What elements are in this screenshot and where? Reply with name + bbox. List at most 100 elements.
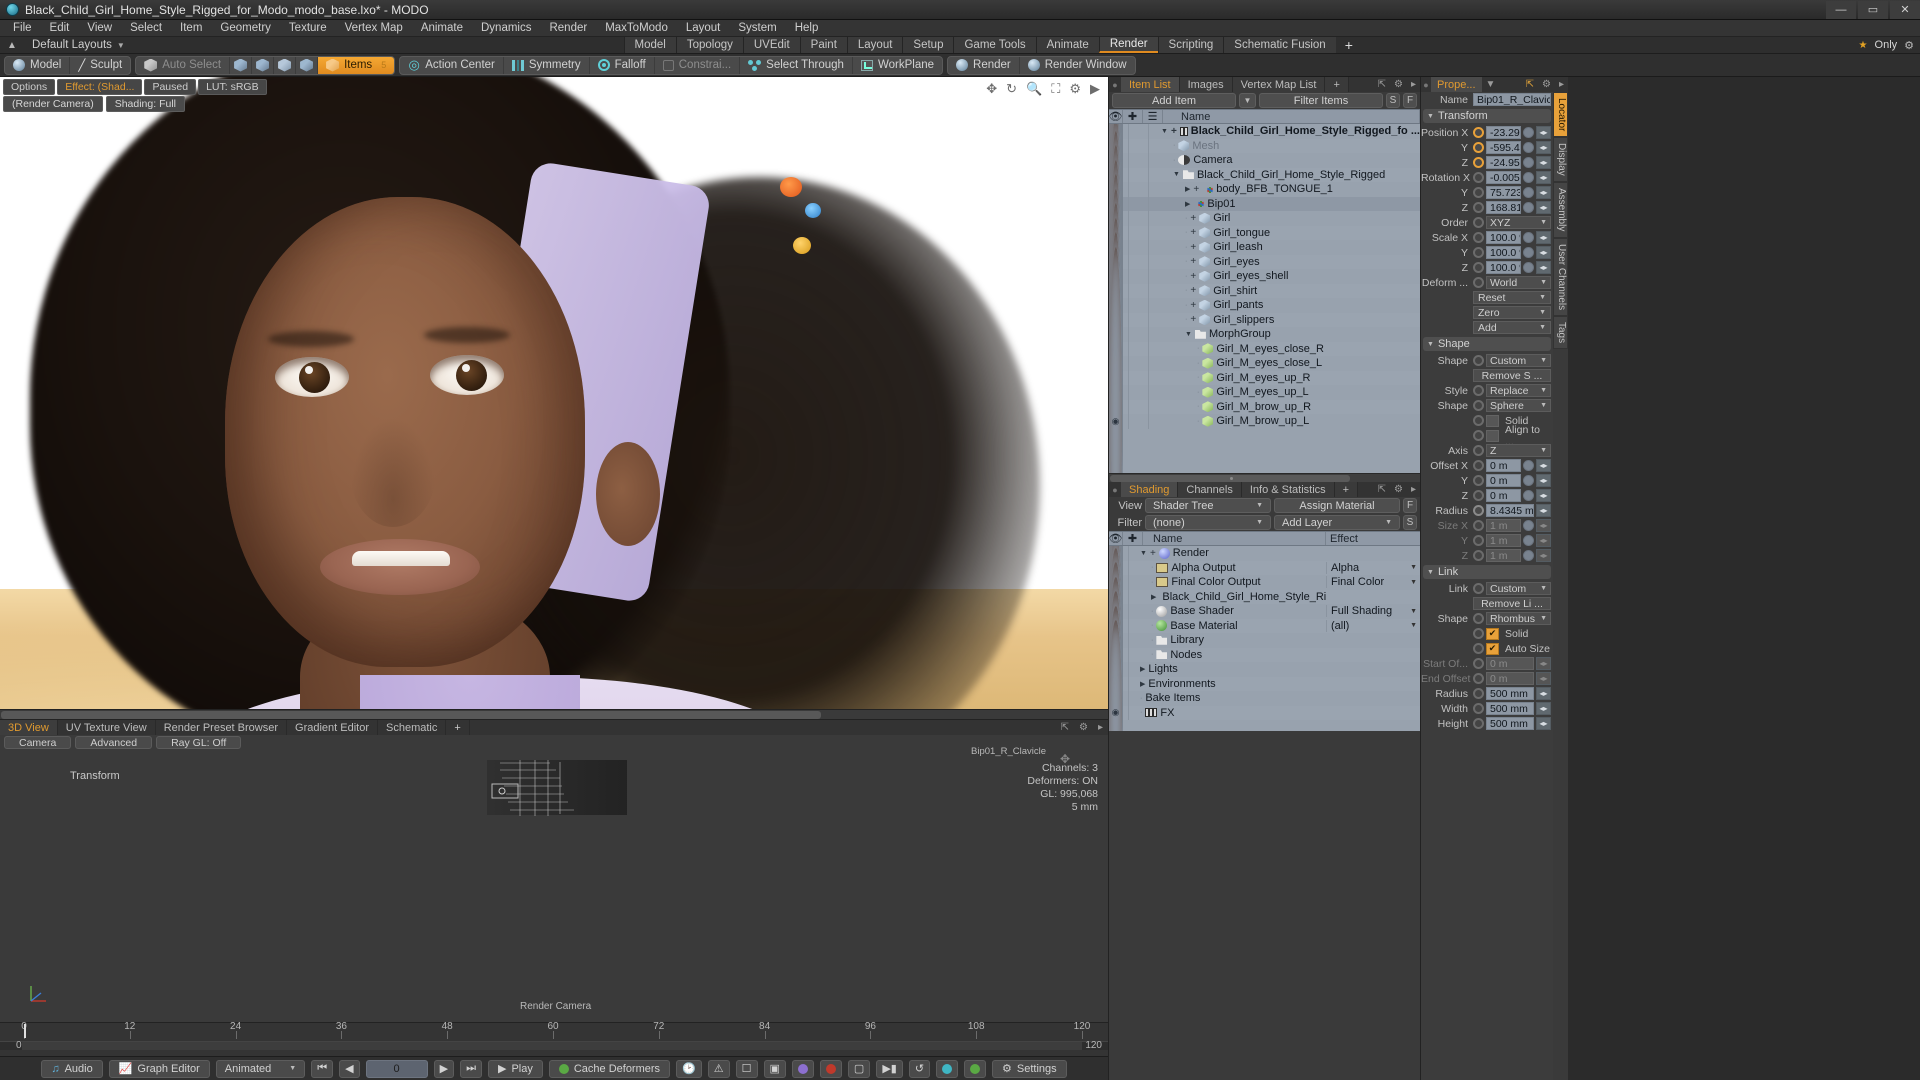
transform-value-y[interactable]: 75.723 bbox=[1486, 186, 1521, 199]
gear-icon[interactable]: ⚙ bbox=[1390, 482, 1407, 497]
viewport-sub-shading-full[interactable]: Shading: Full bbox=[105, 96, 185, 112]
shading-view-row[interactable]: View Shader Tree ▼ Assign Material F bbox=[1109, 497, 1420, 514]
item-list-row[interactable]: ◉·Camera bbox=[1109, 124, 1420, 335]
value-dial[interactable] bbox=[1523, 490, 1534, 501]
item-col-axis[interactable] bbox=[1129, 283, 1149, 298]
item-list-row[interactable]: ◉·Girl_M_eyes_close_R bbox=[1109, 174, 1420, 473]
chevron-right-icon[interactable]: ▶ bbox=[1185, 185, 1190, 193]
style-dropdown[interactable]: Replace ▼ bbox=[1486, 384, 1551, 397]
edges-mode-button[interactable] bbox=[252, 56, 275, 74]
axis-knob[interactable] bbox=[1473, 445, 1484, 456]
axis-dropdown[interactable]: Z ▼ bbox=[1486, 444, 1551, 457]
auto-size-row[interactable]: ✔ Auto Size bbox=[1421, 641, 1553, 656]
radius-spinner[interactable]: ◂▸ bbox=[1536, 504, 1551, 517]
link-shape-row[interactable]: Shape Rhombus ▼ bbox=[1421, 611, 1553, 626]
window-controls[interactable]: — ▭ ✕ bbox=[1824, 0, 1920, 19]
transform-row-z[interactable]: Z -24.95 ◂▸ bbox=[1421, 155, 1553, 170]
item-col-axis[interactable] bbox=[1129, 254, 1149, 269]
pan-icon[interactable]: ✥ bbox=[986, 81, 997, 97]
item-name-cell[interactable]: · + Girl_pants bbox=[1149, 299, 1420, 311]
layout-tab-scripting[interactable]: Scripting bbox=[1157, 37, 1224, 53]
shading-name-cell[interactable]: · Bake Items bbox=[1129, 692, 1326, 704]
workplane-button[interactable]: WorkPlane bbox=[853, 57, 942, 74]
skip-end-button[interactable]: ⏭ bbox=[460, 1059, 482, 1078]
axis-row[interactable]: Axis Z ▼ bbox=[1421, 443, 1553, 458]
expand-plus-icon[interactable]: + bbox=[1190, 227, 1196, 238]
filter-items-input[interactable]: Filter Items bbox=[1259, 93, 1383, 108]
item-col-axis[interactable] bbox=[1129, 211, 1149, 226]
style-knob[interactable] bbox=[1473, 385, 1484, 396]
properties-side-tab-tags[interactable]: Tags bbox=[1553, 315, 1568, 349]
properties-side-tab-locator[interactable]: Locator bbox=[1553, 92, 1568, 138]
item-col-axis[interactable] bbox=[1129, 312, 1149, 327]
zoom-icon[interactable]: 🔍 bbox=[1026, 81, 1042, 97]
layout-tab-render[interactable]: Render bbox=[1098, 37, 1158, 53]
transform-button-row[interactable]: Reset ▼ bbox=[1421, 290, 1553, 305]
value-dial[interactable] bbox=[1523, 232, 1534, 243]
layout-tab-row[interactable]: ▲ Default Layouts ▼ Model Topology UVEdit P… bbox=[0, 37, 1920, 54]
menu-item-help[interactable]: Help bbox=[786, 20, 828, 37]
value-dial[interactable] bbox=[1523, 520, 1534, 531]
item-list-row[interactable]: ◉▼MorphGroup bbox=[1109, 159, 1420, 473]
remove-shape-row[interactable]: Remove S ... bbox=[1421, 368, 1553, 383]
link-width-spinner[interactable]: ◂▸ bbox=[1536, 702, 1551, 715]
transform-buttons[interactable]: Reset ▼ Zero ▼ Add ▼ bbox=[1421, 290, 1553, 335]
scrollbar-thumb[interactable] bbox=[1, 711, 821, 719]
add-layer-button[interactable]: Add Layer ▼ bbox=[1274, 515, 1400, 530]
settings-button[interactable]: ⚙ Settings bbox=[992, 1059, 1067, 1078]
menu-item-render[interactable]: Render bbox=[540, 20, 596, 37]
shape-section-header[interactable]: ▼ Shape bbox=[1423, 337, 1551, 351]
add-item-button[interactable]: Add Item bbox=[1112, 93, 1236, 108]
transform-value-y[interactable]: 100.0 % bbox=[1486, 246, 1521, 259]
layout-tab-setup[interactable]: Setup bbox=[902, 37, 954, 53]
render-window-button[interactable]: Render Window bbox=[1020, 57, 1135, 74]
add-item-dropdown-icon[interactable]: ▼ bbox=[1239, 93, 1256, 108]
menu-item-texture[interactable]: Texture bbox=[280, 20, 336, 37]
item-name-cell[interactable]: · + Girl_eyes bbox=[1149, 256, 1420, 268]
offset-row-z[interactable]: Z 0 m ◂▸ bbox=[1421, 488, 1553, 503]
lower-tab-[interactable]: + bbox=[446, 720, 470, 735]
shading-tree-row[interactable]: ◉▶Environments bbox=[1109, 591, 1420, 731]
chevron-right-icon[interactable]: ▶ bbox=[1140, 665, 1145, 673]
transform-row-y[interactable]: Y 75.723 ◂▸ bbox=[1421, 185, 1553, 200]
shading-tree-row[interactable]: ◉·Final Color OutputFinal Color▼ bbox=[1109, 546, 1420, 675]
link-height-field[interactable]: 500 mm bbox=[1486, 717, 1534, 730]
transform-row-scale-x[interactable]: Scale X 100.0 % ◂▸ bbox=[1421, 230, 1553, 245]
channel-knob[interactable] bbox=[1473, 535, 1484, 546]
item-list-row[interactable]: ◉·+Girl_pants bbox=[1109, 130, 1420, 473]
link-width-row[interactable]: Width 500 mm ◂▸ bbox=[1421, 701, 1553, 716]
default-layouts-dropdown[interactable]: Default Layouts ▼ bbox=[24, 37, 133, 53]
value-spinner[interactable]: ◂▸ bbox=[1536, 489, 1551, 502]
gear-icon[interactable]: ⚙ bbox=[1074, 720, 1093, 735]
value-spinner[interactable]: ◂▸ bbox=[1536, 201, 1551, 214]
key-purple-button[interactable] bbox=[791, 1059, 814, 1078]
item-col-axis[interactable] bbox=[1129, 182, 1149, 197]
transform-button-row[interactable]: Zero ▼ bbox=[1421, 305, 1553, 320]
transform-button-row[interactable]: Add ▼ bbox=[1421, 320, 1553, 335]
channel-knob[interactable] bbox=[1473, 142, 1484, 153]
shading-name-cell[interactable]: ▶ Lights bbox=[1129, 663, 1326, 675]
end-offset-spinner[interactable]: ◂▸ bbox=[1536, 672, 1551, 685]
channel-knob[interactable] bbox=[1473, 460, 1484, 471]
value-dial[interactable] bbox=[1523, 172, 1534, 183]
style-row[interactable]: Style Replace ▼ bbox=[1421, 383, 1553, 398]
menu-item-select[interactable]: Select bbox=[121, 20, 171, 37]
panel-menu-icon[interactable]: ● bbox=[1421, 77, 1431, 92]
rotate-icon[interactable]: ↻ bbox=[1006, 81, 1017, 97]
layout-tab-schematic-fusion[interactable]: Schematic Fusion bbox=[1223, 37, 1336, 53]
add-layout-tab-button[interactable]: + bbox=[1335, 37, 1362, 53]
size-value-size-x[interactable]: 1 m bbox=[1486, 519, 1521, 532]
layout-tab-model[interactable]: Model bbox=[623, 37, 676, 53]
expand-plus-icon[interactable]: + bbox=[1193, 184, 1199, 195]
chevron-down-icon[interactable]: ▼ bbox=[1410, 622, 1420, 629]
item-name-cell[interactable]: · Mesh bbox=[1149, 140, 1420, 152]
materials-mode-button[interactable] bbox=[296, 56, 319, 74]
tab-add[interactable]: + bbox=[1325, 77, 1349, 92]
item-list-row[interactable]: ◉▼+Black_Child_Girl_Home_Style_Rigged_fo… bbox=[1109, 124, 1420, 306]
chevron-down-icon[interactable]: ▼ bbox=[1140, 550, 1147, 557]
chevron-down-icon[interactable]: ▼ bbox=[1173, 171, 1180, 178]
shading-name-cell[interactable]: · Base Material bbox=[1129, 620, 1326, 632]
timeline-range-fill[interactable] bbox=[22, 1042, 1082, 1050]
shading-effect-cell[interactable]: Alpha ▼ bbox=[1326, 561, 1420, 574]
viewport-tab-paused[interactable]: Paused bbox=[144, 79, 197, 95]
